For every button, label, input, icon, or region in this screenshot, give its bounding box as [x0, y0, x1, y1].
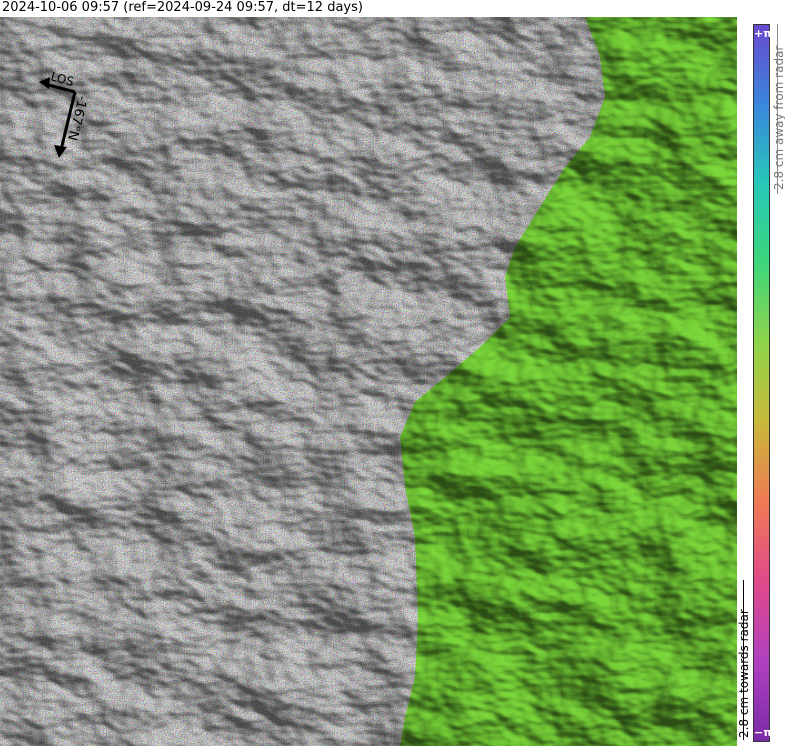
interferogram-map: LOS -167°N	[0, 17, 737, 746]
colorbar-max-label: +π	[754, 27, 772, 40]
colorbar-min-label: −π	[754, 726, 772, 739]
map-title: 2024-10-06 09:57 (ref=2024-09-24 09:57, …	[2, 0, 363, 15]
towards-label: 2.8 cm towards radar	[737, 609, 751, 738]
away-label: 2.8 cm away from radar	[772, 45, 785, 190]
phase-colorbar: +π −π	[753, 24, 772, 742]
